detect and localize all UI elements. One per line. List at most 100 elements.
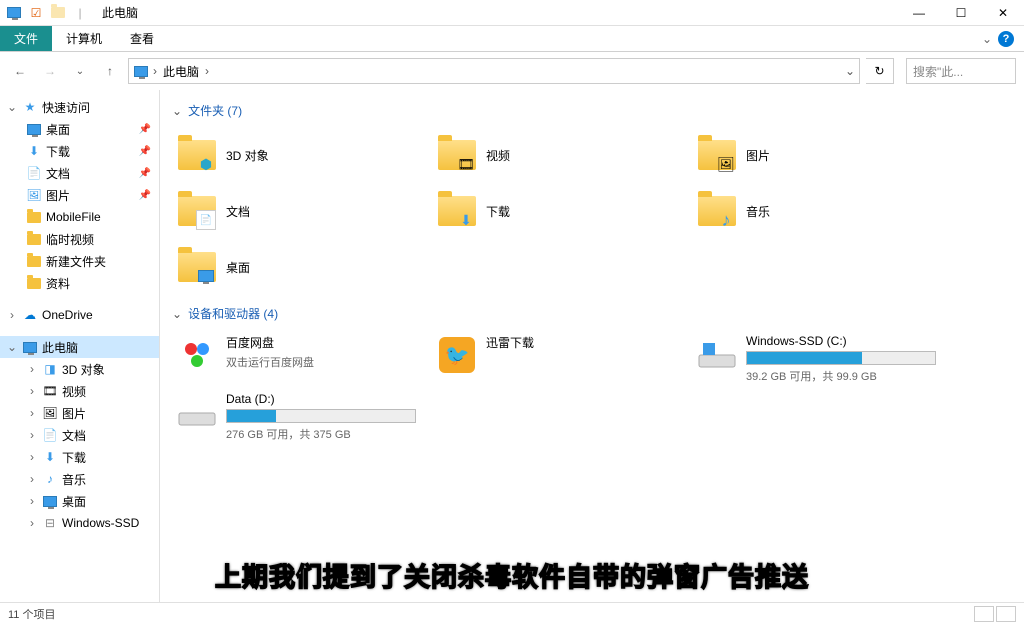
desktop-icon — [26, 121, 42, 137]
pc-icon — [22, 339, 38, 355]
sidebar-item-documents[interactable]: › 📄 文档 — [0, 424, 159, 446]
view-large-button[interactable] — [996, 606, 1016, 622]
sidebar-item-downloads[interactable]: ⬇ 下载 📌 — [0, 140, 159, 162]
sidebar-item-drive-c[interactable]: › ⊟ Windows-SSD — [0, 512, 159, 534]
sidebar-this-pc[interactable]: ⌄ 此电脑 — [0, 336, 159, 358]
address-dropdown-icon[interactable]: ⌄ — [845, 64, 855, 78]
refresh-button[interactable]: ↻ — [866, 58, 894, 84]
folder-icon: ♪ — [696, 190, 738, 232]
folder-item-pictures[interactable]: 🖼 图片 — [692, 127, 952, 183]
folder-item-downloads[interactable]: ⬇ 下载 — [432, 183, 692, 239]
drive-item-xunlei[interactable]: 🐦 迅雷下载 — [432, 330, 692, 388]
chevron-right-icon[interactable]: › — [6, 308, 18, 322]
folder-item-desktop[interactable]: 桌面 — [172, 239, 432, 295]
recent-button[interactable]: ⌄ — [68, 59, 92, 83]
pc-icon — [6, 5, 22, 21]
ribbon-expand-icon[interactable]: ⌄ — [982, 32, 992, 46]
drive-icon — [176, 392, 218, 434]
folder-item-3d[interactable]: ⬢ 3D 对象 — [172, 127, 432, 183]
sidebar-item-videos[interactable]: › 🎞 视频 — [0, 380, 159, 402]
sidebar-item-ziliao[interactable]: 资料 — [0, 272, 159, 294]
sidebar-item-label: 图片 — [46, 187, 70, 204]
baidu-icon — [176, 334, 218, 376]
folder-icon: 🖼 — [696, 134, 738, 176]
sidebar-item-documents[interactable]: 📄 文档 📌 — [0, 162, 159, 184]
chevron-right-icon[interactable]: › — [26, 450, 38, 464]
sidebar-item-music[interactable]: › ♪ 音乐 — [0, 468, 159, 490]
tab-computer[interactable]: 计算机 — [52, 26, 116, 51]
checkbox-qat-icon[interactable]: ☑ — [28, 5, 44, 21]
download-icon: ⬇ — [42, 449, 58, 465]
xunlei-icon: 🐦 — [436, 334, 478, 376]
folder-icon — [26, 253, 42, 269]
section-header-folders[interactable]: ⌄ 文件夹 (7) — [172, 102, 1012, 119]
breadcrumb-root[interactable]: 此电脑 — [161, 63, 201, 80]
navbar: ← → ⌄ ↑ › 此电脑 › ⌄ ↻ 搜索"此... — [0, 52, 1024, 90]
drive-item-d[interactable]: Data (D:) 276 GB 可用，共 375 GB — [172, 388, 432, 446]
capacity-bar — [226, 409, 416, 423]
chevron-right-icon[interactable]: › — [26, 428, 38, 442]
sidebar-item-new-folder[interactable]: 新建文件夹 — [0, 250, 159, 272]
chevron-right-icon[interactable]: › — [26, 472, 38, 486]
chevron-right-icon[interactable]: › — [205, 64, 209, 78]
titlebar: ☑ | 此电脑 — ☐ ✕ — [0, 0, 1024, 26]
sidebar-item-desktop[interactable]: › 桌面 — [0, 490, 159, 512]
divider-icon: | — [72, 5, 88, 21]
view-details-button[interactable] — [974, 606, 994, 622]
sidebar-item-label: 下载 — [62, 449, 86, 466]
item-label: Data (D:) — [226, 392, 428, 406]
sidebar-item-label: 视频 — [62, 383, 86, 400]
video-icon: 🎞 — [42, 383, 58, 399]
download-icon: ⬇ — [26, 143, 42, 159]
sidebar-item-mobilefile[interactable]: MobileFile — [0, 206, 159, 228]
help-icon[interactable]: ? — [998, 31, 1014, 47]
sidebar-item-downloads[interactable]: › ⬇ 下载 — [0, 446, 159, 468]
sidebar-item-desktop[interactable]: 桌面 📌 — [0, 118, 159, 140]
chevron-right-icon[interactable]: › — [153, 64, 157, 78]
sidebar-quick-access[interactable]: ⌄ ★ 快速访问 — [0, 96, 159, 118]
sidebar-item-temp-video[interactable]: 临时视频 — [0, 228, 159, 250]
chevron-right-icon[interactable]: › — [26, 494, 38, 508]
document-icon: 📄 — [26, 165, 42, 181]
item-label: Windows-SSD (C:) — [746, 334, 948, 348]
back-button[interactable]: ← — [8, 59, 32, 83]
forward-button[interactable]: → — [38, 59, 62, 83]
chevron-right-icon[interactable]: › — [26, 406, 38, 420]
sidebar-item-label: 桌面 — [46, 121, 70, 138]
close-button[interactable]: ✕ — [982, 0, 1024, 26]
address-bar[interactable]: › 此电脑 › ⌄ — [128, 58, 860, 84]
chevron-right-icon[interactable]: › — [26, 384, 38, 398]
drive-item-c[interactable]: Windows-SSD (C:) 39.2 GB 可用，共 99.9 GB — [692, 330, 952, 388]
sidebar-item-label: MobileFile — [46, 210, 101, 224]
sidebar-item-label: 文档 — [62, 427, 86, 444]
drive-item-baidu[interactable]: 百度网盘 双击运行百度网盘 — [172, 330, 432, 388]
sidebar-onedrive[interactable]: › ☁ OneDrive — [0, 304, 159, 326]
chevron-down-icon[interactable]: ⌄ — [172, 104, 182, 118]
chevron-down-icon[interactable]: ⌄ — [6, 340, 18, 354]
chevron-down-icon[interactable]: ⌄ — [172, 307, 182, 321]
onedrive-icon: ☁ — [22, 307, 38, 323]
folder-item-music[interactable]: ♪ 音乐 — [692, 183, 952, 239]
desktop-icon — [42, 493, 58, 509]
sidebar-item-pictures[interactable]: 🖼 图片 📌 — [0, 184, 159, 206]
chevron-right-icon[interactable]: › — [26, 516, 38, 530]
chevron-down-icon[interactable]: ⌄ — [6, 100, 18, 114]
tab-file[interactable]: 文件 — [0, 26, 52, 51]
minimize-button[interactable]: — — [898, 0, 940, 26]
sidebar-item-label: Windows-SSD — [62, 516, 139, 530]
section-header-drives[interactable]: ⌄ 设备和驱动器 (4) — [172, 305, 1012, 322]
folder-item-documents[interactable]: 📄 文档 — [172, 183, 432, 239]
section-title: 设备和驱动器 (4) — [188, 305, 278, 322]
sidebar-item-pictures[interactable]: › 🖼 图片 — [0, 402, 159, 424]
tab-view[interactable]: 查看 — [116, 26, 168, 51]
folder-qat-icon[interactable] — [50, 5, 66, 21]
item-label: 图片 — [746, 147, 770, 164]
up-button[interactable]: ↑ — [98, 59, 122, 83]
sidebar-item-3d[interactable]: › ◨ 3D 对象 — [0, 358, 159, 380]
sidebar-item-label: 快速访问 — [42, 99, 90, 116]
drive-icon: ⊟ — [42, 515, 58, 531]
folder-item-videos[interactable]: 🎞 视频 — [432, 127, 692, 183]
chevron-right-icon[interactable]: › — [26, 362, 38, 376]
search-input[interactable]: 搜索"此... — [906, 58, 1016, 84]
maximize-button[interactable]: ☐ — [940, 0, 982, 26]
